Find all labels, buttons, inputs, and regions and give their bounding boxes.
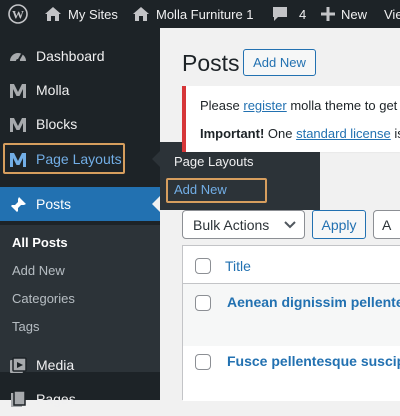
notice-important: Important! — [200, 126, 265, 141]
table-header: Title — [183, 246, 400, 284]
admin-sidebar: Dashboard Molla Blocks Page Layouts Post… — [0, 28, 160, 407]
submenu-item-categories[interactable]: Categories — [12, 291, 75, 306]
date-filter-select[interactable]: A — [373, 210, 400, 239]
admin-bar: W My Sites Molla Furniture 1 4 New Vie — [0, 0, 400, 28]
site-name-menu[interactable]: Molla Furniture 1 — [132, 0, 254, 28]
svg-text:W: W — [12, 8, 24, 22]
new-label: New — [341, 6, 368, 22]
wordpress-icon: W — [8, 4, 28, 24]
pin-icon — [8, 195, 28, 215]
chevron-down-icon — [284, 221, 296, 229]
bulk-actions-value: Bulk Actions — [193, 216, 270, 233]
wordpress-logo-button[interactable]: W — [8, 0, 28, 28]
submenu-item-all-posts[interactable]: All Posts — [12, 235, 68, 250]
comments-menu[interactable]: 4 — [271, 0, 306, 28]
view-label: Vie — [384, 6, 400, 22]
column-title-header[interactable]: Title — [225, 258, 251, 274]
table-row: Aenean dignissim pellentes — [183, 284, 400, 346]
submenu-item-tags[interactable]: Tags — [12, 319, 39, 334]
page-layouts-flyout: Page Layouts Add New — [160, 142, 320, 210]
sidebar-item-label: Media — [36, 357, 75, 373]
sidebar-item-label: Dashboard — [36, 48, 105, 64]
register-link[interactable]: register — [243, 98, 286, 113]
bulk-actions-select[interactable]: Bulk Actions — [182, 210, 305, 239]
select-all-checkbox[interactable] — [195, 258, 211, 274]
add-new-post-button[interactable]: Add New — [243, 49, 316, 76]
dashboard-icon — [8, 47, 28, 67]
flyout-title[interactable]: Page Layouts — [174, 154, 254, 169]
post-title-link[interactable]: Aenean dignissim pellentes — [227, 294, 400, 310]
sidebar-item-dashboard[interactable]: Dashboard — [0, 39, 160, 73]
table-row: Fusce pellentesque suscipit. — [183, 346, 400, 401]
apply-button[interactable]: Apply — [312, 210, 366, 239]
submenu-item-add-new[interactable]: Add New — [12, 263, 65, 278]
row-checkbox[interactable] — [195, 295, 211, 311]
view-site-link[interactable]: Vie — [384, 0, 400, 28]
posts-table: Title Aenean dignissim pellentes Fusce p… — [182, 245, 400, 401]
plus-icon — [321, 7, 335, 21]
my-sites-label: My Sites — [68, 6, 118, 22]
new-content-menu[interactable]: New — [321, 0, 367, 28]
molla-icon — [8, 81, 28, 101]
site-name-label: Molla Furniture 1 — [156, 6, 254, 22]
my-sites-menu[interactable]: My Sites — [44, 0, 118, 28]
standard-license-link[interactable]: standard license — [296, 126, 391, 141]
comments-count: 4 — [299, 6, 307, 22]
license-notice: Please register molla theme to get Impor… — [182, 86, 400, 152]
sidebar-item-label: Molla — [36, 82, 70, 98]
current-menu-pointer — [152, 196, 160, 212]
row-checkbox[interactable] — [195, 354, 211, 370]
notice-line-2: Important! One standard license is — [200, 126, 400, 141]
notice-text: One — [264, 126, 297, 141]
notice-text: is — [394, 126, 400, 141]
notice-text: Please — [200, 98, 244, 113]
sidebar-item-label: Pages — [36, 391, 76, 407]
notice-line-1: Please register molla theme to get — [200, 98, 397, 113]
home-icon — [133, 7, 149, 21]
flyout-pointer — [152, 151, 160, 167]
date-filter-value: A — [382, 216, 392, 233]
sidebar-item-label: Posts — [36, 196, 72, 212]
house-icon — [45, 7, 61, 21]
sidebar-item-media[interactable]: Media — [0, 348, 160, 382]
sidebar-item-blocks[interactable]: Blocks — [0, 107, 160, 141]
media-icon — [8, 356, 28, 376]
molla-icon — [8, 115, 28, 135]
page-title: Posts — [182, 50, 240, 76]
post-title-link[interactable]: Fusce pellentesque suscipit. — [227, 353, 400, 369]
page-layouts-highlight — [3, 143, 125, 174]
sidebar-item-label: Blocks — [36, 116, 78, 132]
sidebar-item-molla[interactable]: Molla — [0, 73, 160, 107]
pages-icon — [8, 390, 28, 410]
sidebar-item-pages[interactable]: Pages — [0, 382, 160, 416]
sidebar-item-posts[interactable]: Posts — [0, 187, 160, 221]
comment-bubble-icon — [273, 7, 287, 21]
notice-text: molla theme to get — [286, 98, 398, 113]
add-new-highlight — [166, 178, 267, 203]
